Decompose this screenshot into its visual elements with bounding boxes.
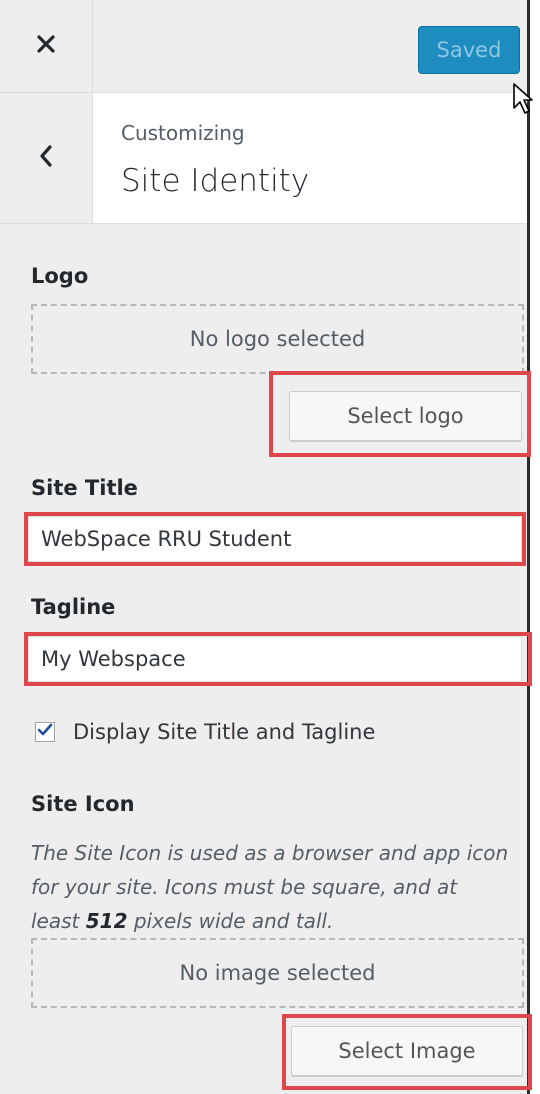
tagline-label: Tagline — [31, 595, 116, 619]
chevron-left-icon — [38, 144, 54, 172]
site-title-input[interactable]: WebSpace RRU Student — [28, 516, 522, 562]
customizer-panel: Saved Customizing Site Identity Logo No … — [0, 0, 532, 1094]
close-icon — [36, 34, 56, 58]
close-button[interactable] — [0, 0, 93, 92]
checkmark-icon — [37, 722, 53, 742]
site-icon-placeholder: No image selected — [31, 938, 524, 1008]
display-title-label: Display Site Title and Tagline — [73, 720, 376, 744]
site-title-label: Site Title — [31, 476, 138, 500]
logo-label: Logo — [31, 264, 89, 288]
site-icon-description-end: pixels wide and tall. — [127, 909, 334, 933]
customizer-header: Saved — [0, 0, 527, 93]
site-icon-description: The Site Icon is used as a browser and a… — [31, 836, 511, 938]
section-title: Site Identity — [121, 163, 310, 199]
site-icon-min-size: 512 — [85, 909, 128, 933]
breadcrumb: Customizing — [121, 121, 245, 145]
site-icon-label: Site Icon — [31, 792, 135, 816]
select-image-button[interactable]: Select Image — [291, 1026, 523, 1076]
back-button[interactable] — [0, 93, 93, 223]
saved-button[interactable]: Saved — [418, 26, 520, 74]
mouse-cursor-icon — [512, 82, 534, 120]
logo-placeholder: No logo selected — [31, 304, 524, 374]
display-title-checkbox[interactable] — [35, 722, 55, 742]
section-header: Customizing Site Identity — [0, 93, 527, 224]
tagline-input[interactable]: My Webspace — [28, 636, 522, 682]
select-logo-button[interactable]: Select logo — [289, 391, 522, 441]
